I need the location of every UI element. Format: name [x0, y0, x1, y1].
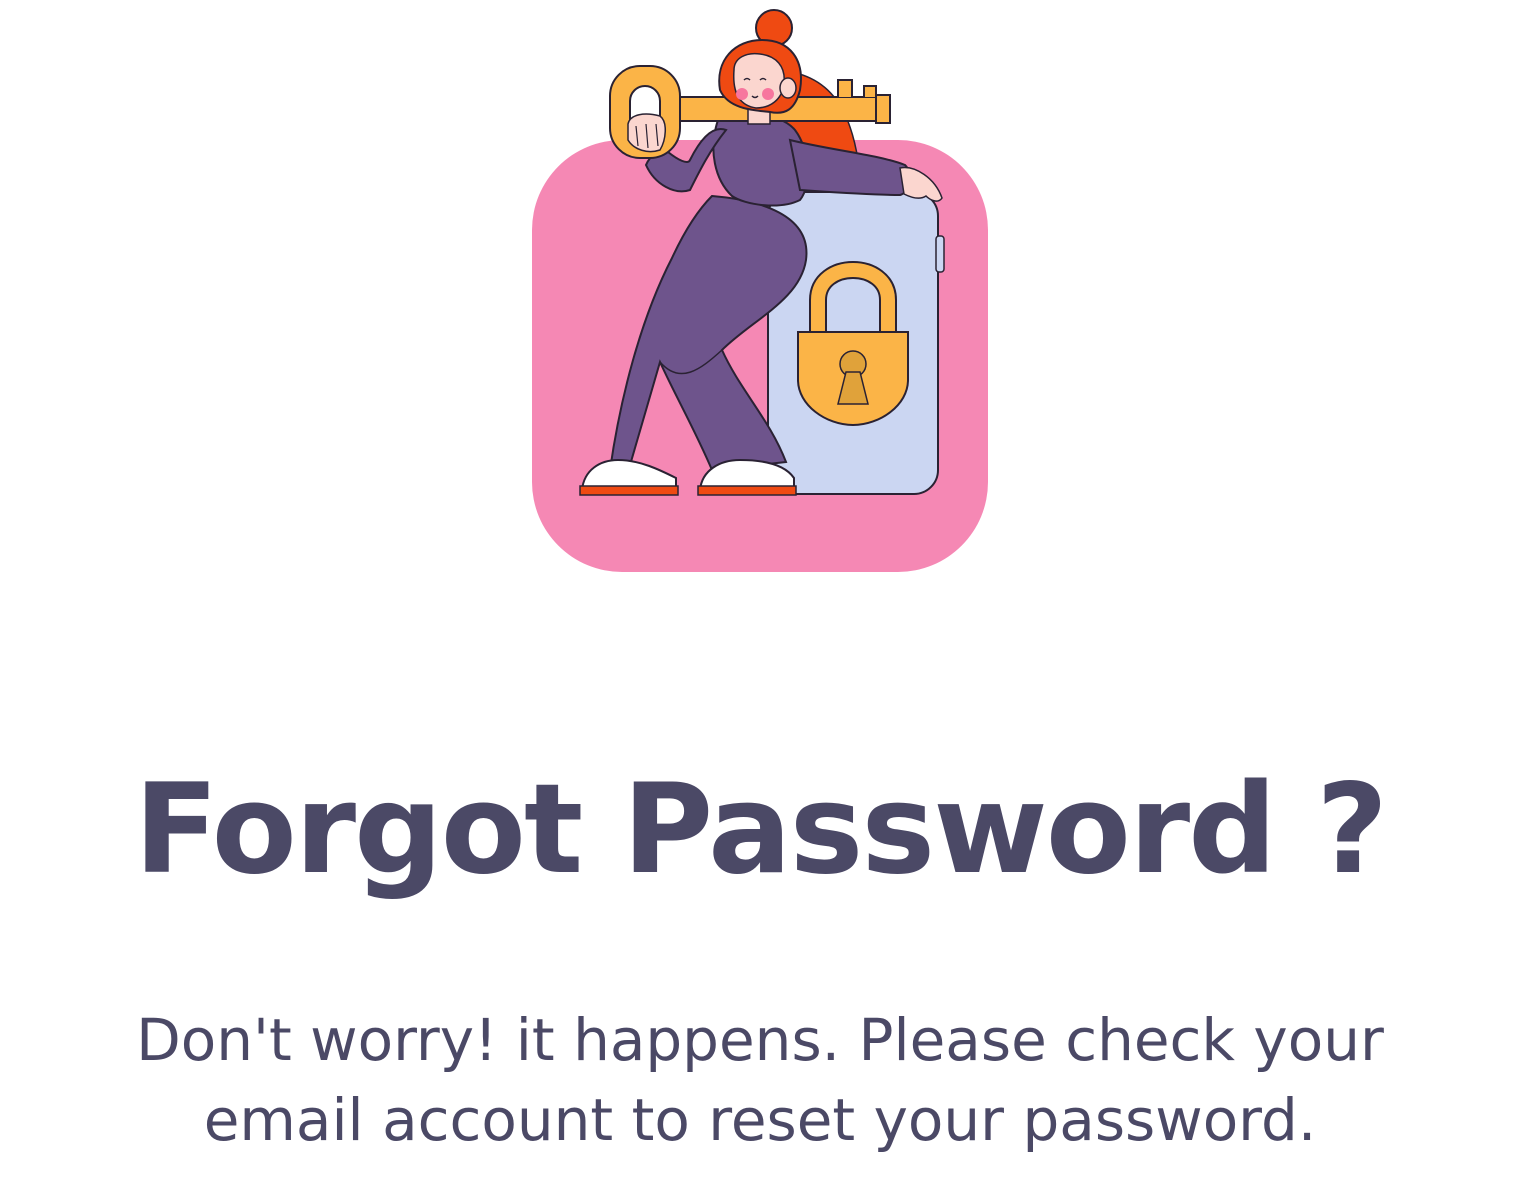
reset-instructions-text: Don't worry! it happens. Please check yo…	[60, 1000, 1460, 1160]
reset-instructions-line-2: email account to reset your password.	[203, 1086, 1317, 1154]
phone-side-button	[935, 235, 945, 273]
reset-instructions-line-1: Don't worry! it happens. Please check yo…	[136, 1006, 1384, 1074]
woman-key-padlock-image	[532, 9, 988, 572]
forgot-password-screen: Forgot Password ? Don't worry! it happen…	[0, 0, 1520, 1180]
forgot-password-illustration	[520, 0, 1000, 580]
page-title: Forgot Password ?	[133, 758, 1388, 902]
